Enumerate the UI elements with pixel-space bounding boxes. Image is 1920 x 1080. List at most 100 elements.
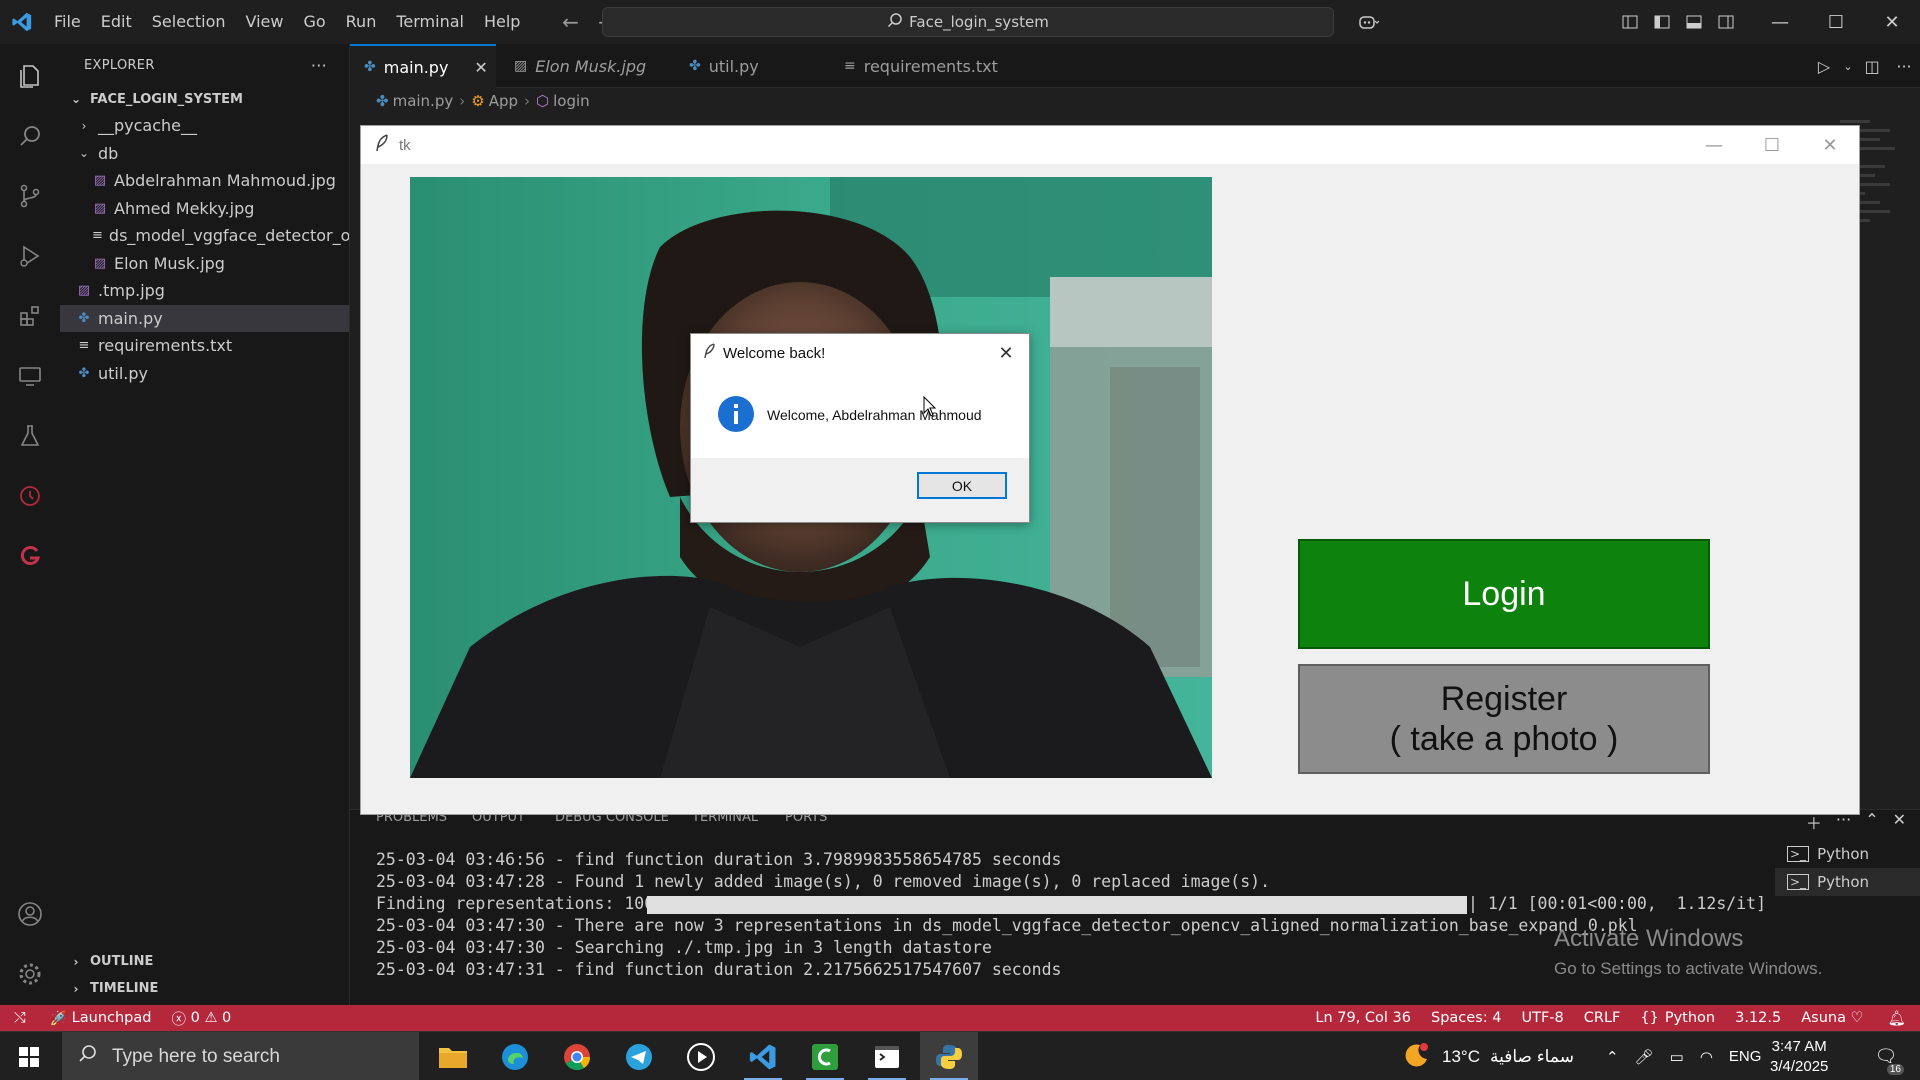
login-button[interactable]: Login (1298, 539, 1710, 649)
vscode-taskbar-icon[interactable] (734, 1032, 792, 1080)
menu-view[interactable]: View (236, 0, 294, 44)
notifications-bell-icon[interactable]: 🔔︎ (1874, 1005, 1920, 1031)
extensions-icon[interactable] (0, 286, 60, 346)
problems-indicator[interactable]: ⓧ 0 ⚠ 0 (161, 1005, 241, 1031)
manage-gear-icon[interactable] (0, 944, 60, 1004)
menu-edit[interactable]: Edit (91, 0, 142, 44)
chevron-down-icon[interactable]: ⌄ (1840, 44, 1856, 88)
breadcrumb-method[interactable]: login (553, 92, 590, 110)
breadcrumb-file[interactable]: main.py (393, 92, 454, 110)
accounts-icon[interactable] (0, 884, 60, 944)
weather-widget[interactable]: 13°C سماء صافية (1402, 1032, 1574, 1080)
close-icon[interactable]: ✕ (1864, 0, 1920, 44)
tab-requirements-txt[interactable]: ≡ requirements.txt (830, 44, 1010, 88)
split-editor-icon[interactable]: ◫ (1856, 44, 1888, 88)
notification-center-icon[interactable]: 🗨︎ 16 (1866, 1032, 1906, 1080)
toggle-secondary-sidebar-icon[interactable] (1710, 0, 1742, 44)
menu-terminal[interactable]: Terminal (386, 0, 474, 44)
tree-item[interactable]: ≡ requirements.txt (60, 332, 349, 360)
tree-item[interactable]: › __pycache__ (60, 112, 349, 140)
remote-explorer-icon[interactable] (0, 346, 60, 406)
maximize-icon[interactable]: ☐ (1808, 0, 1864, 44)
python-version[interactable]: 3.12.5 (1725, 1005, 1791, 1031)
language-mode[interactable]: {} Python (1630, 1005, 1725, 1031)
telegram-icon[interactable] (610, 1032, 668, 1080)
minimize-icon[interactable]: — (1685, 126, 1743, 164)
encoding[interactable]: UTF-8 (1511, 1005, 1573, 1031)
project-folder-header[interactable]: ⌄ FACE_LOGIN_SYSTEM (60, 86, 349, 112)
chrome-browser-icon[interactable] (548, 1032, 606, 1080)
tree-item[interactable]: ≡ ds_model_vggface_detector_op... (60, 222, 349, 250)
maximize-icon[interactable]: ☐ (1743, 126, 1801, 164)
tree-item[interactable]: ▨ Elon Musk.jpg (60, 250, 349, 278)
show-hidden-icons-chevron-up-icon[interactable]: ⌃ (1606, 1048, 1619, 1066)
menu-selection[interactable]: Selection (142, 0, 236, 44)
maximize-panel-icon[interactable]: ⌃ (1865, 810, 1878, 834)
terminal-icon: >_ (1787, 874, 1810, 890)
menu-run[interactable]: Run (336, 0, 387, 44)
edge-browser-icon[interactable] (486, 1032, 544, 1080)
run-debug-icon[interactable] (0, 226, 60, 286)
input-language[interactable]: ENG (1729, 1048, 1762, 1065)
media-player-icon[interactable] (672, 1032, 730, 1080)
tab-util-py[interactable]: ✤ util.py (675, 44, 815, 88)
explorer-icon[interactable] (0, 46, 60, 106)
python-tk-app-icon[interactable] (920, 1032, 978, 1080)
tree-item[interactable]: ▨ .tmp.jpg (60, 277, 349, 305)
ok-button[interactable]: OK (917, 472, 1007, 499)
terminal-instance[interactable]: >_ Python (1775, 868, 1920, 896)
wifi-icon[interactable]: ◠ (1700, 1048, 1713, 1066)
terminal-instance[interactable]: >_ Python (1775, 840, 1920, 868)
register-button[interactable]: Register ( take a photo ) (1298, 664, 1710, 774)
menu-file[interactable]: File (44, 0, 91, 44)
command-center-label: Face_login_system (909, 13, 1049, 31)
command-center-search[interactable]: Face_login_system (602, 7, 1334, 37)
tree-item[interactable]: ✤ util.py (60, 360, 349, 388)
outline-section[interactable]: › OUTLINE (60, 948, 350, 975)
file-explorer-icon[interactable] (424, 1032, 482, 1080)
microphone-icon[interactable]: 🎤︎ (1635, 1048, 1654, 1066)
tree-item[interactable]: ▨ Ahmed Mekky.jpg (60, 195, 349, 223)
search-icon[interactable] (0, 106, 60, 166)
clock[interactable]: 3:47 AM 3/4/2025 (1770, 1032, 1828, 1080)
launchpad-item[interactable]: 🚀 Launchpad (40, 1005, 162, 1031)
timeline-section[interactable]: › TIMELINE (60, 975, 350, 1002)
timeline-history-icon[interactable] (0, 466, 60, 526)
toggle-panel-icon[interactable] (1678, 0, 1710, 44)
menu-help[interactable]: Help (474, 0, 530, 44)
remote-indicator-icon[interactable]: ⤭ (0, 1005, 40, 1031)
testing-icon[interactable] (0, 406, 60, 466)
tree-item[interactable]: ✤ main.py (60, 304, 349, 332)
indentation[interactable]: Spaces: 4 (1421, 1005, 1511, 1031)
close-icon[interactable]: ✕ (991, 338, 1021, 368)
taskbar-search[interactable]: Type here to search (62, 1032, 419, 1080)
copilot-icon[interactable] (1346, 0, 1392, 44)
line-ending[interactable]: CRLF (1574, 1005, 1631, 1031)
close-tab-icon[interactable]: ✕ (474, 58, 487, 77)
breadcrumb-class[interactable]: App (489, 92, 518, 110)
source-control-icon[interactable] (0, 166, 60, 226)
dialog-title-bar[interactable]: Welcome back! ✕ (691, 334, 1029, 372)
close-panel-icon[interactable]: ✕ (1893, 810, 1906, 834)
terminal-app-icon[interactable] (858, 1032, 916, 1080)
more-actions-icon[interactable]: ··· (1888, 44, 1920, 88)
minimize-icon[interactable]: — (1752, 0, 1808, 44)
user-account[interactable]: Asuna ♡ (1791, 1005, 1873, 1031)
tree-item[interactable]: ⌄ db (60, 140, 349, 168)
tab-main-py[interactable]: ✤ main.py ✕ (350, 44, 496, 88)
tab-elon-musk-jpg[interactable]: ▨ Elon Musk.jpg (500, 44, 670, 88)
gitlens-icon[interactable] (0, 526, 60, 586)
menu-go[interactable]: Go (293, 0, 335, 44)
start-button[interactable] (0, 1032, 58, 1080)
camtasia-icon[interactable] (796, 1032, 854, 1080)
customize-layout-icon[interactable] (1614, 0, 1646, 44)
close-icon[interactable]: ✕ (1801, 126, 1859, 164)
tree-item[interactable]: ▨ Abdelrahman Mahmoud.jpg (60, 167, 349, 195)
back-arrow-icon[interactable]: ← (552, 10, 588, 34)
toggle-sidebar-icon[interactable] (1646, 0, 1678, 44)
more-actions-icon[interactable]: ··· (311, 56, 327, 75)
battery-icon[interactable]: ▭ (1670, 1048, 1684, 1066)
tk-title-bar[interactable]: tk — ☐ ✕ (361, 126, 1859, 164)
cursor-position[interactable]: Ln 79, Col 36 (1305, 1005, 1421, 1031)
run-file-icon[interactable]: ▷ (1808, 44, 1840, 88)
